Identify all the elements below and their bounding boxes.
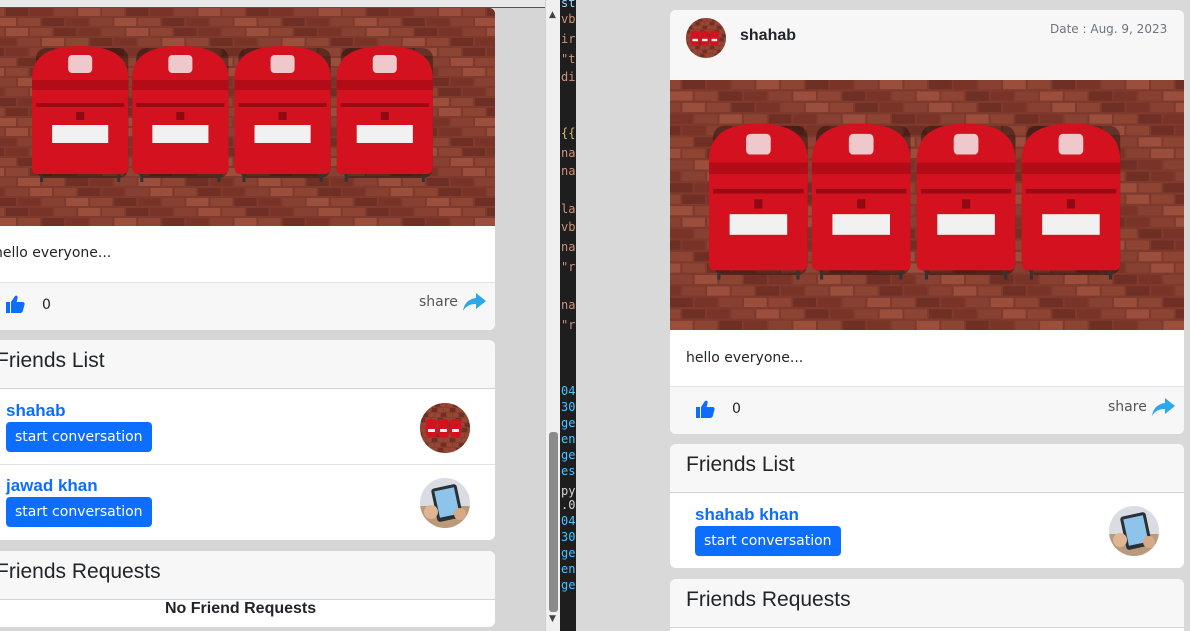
author-avatar[interactable]: [686, 18, 726, 58]
right-browser-window: shahab Date : Aug. 9, 2023 hello everyon…: [576, 0, 1190, 631]
scroll-thumb[interactable]: [549, 432, 558, 612]
post-footer: [670, 387, 1184, 434]
share-arrow-icon: [1151, 398, 1175, 416]
code-fragment: "r: [561, 260, 576, 274]
scroll-up-arrow-icon[interactable]: ▲: [549, 10, 556, 20]
post-card: shahab Date : Aug. 9, 2023 hello everyon…: [670, 10, 1184, 434]
code-fragment: 04: [561, 384, 576, 398]
start-conversation-button[interactable]: start conversation: [6, 497, 152, 527]
code-fragment: la: [561, 202, 576, 216]
code-fragment: na: [561, 164, 576, 178]
share-button[interactable]: share: [1108, 398, 1175, 416]
friends-list-title: Friends List: [0, 349, 105, 372]
code-fragment: 04: [561, 514, 576, 528]
code-fragment: "r: [561, 318, 576, 332]
left-window-scrollbar[interactable]: ▲ ▼: [545, 0, 560, 631]
code-fragment: py: [561, 484, 576, 498]
code-fragment: {{: [561, 126, 576, 140]
post-header: [670, 10, 1184, 80]
no-friend-requests-text: No Friend Requests: [165, 600, 317, 617]
friend-name[interactable]: jawad khan: [6, 476, 98, 496]
avatar[interactable]: [1109, 506, 1159, 556]
code-fragment: ge: [561, 416, 576, 430]
friend-name[interactable]: shahab: [6, 401, 66, 421]
code-fragment: na: [561, 298, 576, 312]
avatar[interactable]: [420, 403, 470, 453]
header-divider: [670, 627, 1184, 628]
code-fragment: en: [561, 562, 576, 576]
share-label: share: [1108, 399, 1147, 415]
mailbox-photo: [0, 8, 495, 226]
left-browser-window: hello everyone... 0 share Friends List s…: [0, 0, 545, 631]
code-fragment: na: [561, 240, 576, 254]
code-fragment: 30: [561, 530, 576, 544]
code-fragment: ge: [561, 578, 576, 592]
code-fragment: vb: [561, 220, 576, 234]
code-fragment: .0: [561, 498, 576, 512]
scroll-down-arrow-icon[interactable]: ▼: [549, 614, 556, 624]
mailbox-photo: [670, 80, 1184, 330]
code-fragment: 30: [561, 400, 576, 414]
start-conversation-button[interactable]: start conversation: [6, 422, 152, 452]
tablet-avatar-image: [1109, 506, 1159, 556]
friend-requests-title: Friends Requests: [0, 560, 161, 583]
like-count: 0: [42, 297, 51, 313]
share-arrow-icon: [462, 293, 486, 311]
friend-divider: [0, 464, 495, 465]
code-fragment: na: [561, 146, 576, 160]
tablet-avatar-image: [420, 478, 470, 528]
code-fragment: di: [561, 70, 576, 84]
code-fragment: ge: [561, 448, 576, 462]
friends-list-title: Friends List: [686, 453, 795, 476]
post-photo: [0, 8, 495, 226]
code-fragment: sta: [561, 0, 576, 10]
thumbs-up-icon[interactable]: [4, 294, 26, 314]
header-divider: [670, 492, 1184, 493]
code-fragment: es: [561, 464, 576, 478]
share-button[interactable]: share: [419, 293, 486, 311]
post-photo: [670, 80, 1184, 330]
code-fragment: en: [561, 432, 576, 446]
post-author[interactable]: shahab: [740, 27, 796, 45]
code-fragment: ir: [561, 32, 576, 46]
avatar[interactable]: [420, 478, 470, 528]
code-fragment: vb: [561, 12, 576, 26]
start-conversation-button[interactable]: start conversation: [695, 526, 841, 556]
code-fragment: "t: [561, 52, 576, 66]
like-count: 0: [732, 401, 741, 417]
friends-list-card: Friends List shahab start conversation j…: [0, 340, 495, 540]
friend-requests-title: Friends Requests: [686, 588, 851, 611]
code-fragment: ge: [561, 546, 576, 560]
friend-requests-card: Friends Requests: [670, 579, 1184, 631]
share-label: share: [419, 294, 458, 310]
post-card: hello everyone... 0 share: [0, 8, 495, 330]
header-divider: [0, 388, 495, 389]
mailbox-avatar-image: [420, 403, 470, 453]
friend-requests-card: Friends Requests No Friend Requests: [0, 551, 495, 627]
post-text: hello everyone...: [686, 350, 804, 366]
window-top-border: [0, 0, 545, 8]
mailbox-avatar-image: [686, 18, 726, 58]
friend-name[interactable]: shahab khan: [695, 505, 799, 525]
thumbs-up-icon[interactable]: [694, 399, 716, 419]
post-date: Date : Aug. 9, 2023: [1050, 22, 1168, 36]
post-text: hello everyone...: [0, 245, 112, 261]
code-editor-strip: sta vb ir "t di {{ na na la vb na "r na "r 04 30 ge en ge e…: [560, 0, 576, 631]
friends-list-card: Friends List shahab khan start conversat…: [670, 444, 1184, 568]
